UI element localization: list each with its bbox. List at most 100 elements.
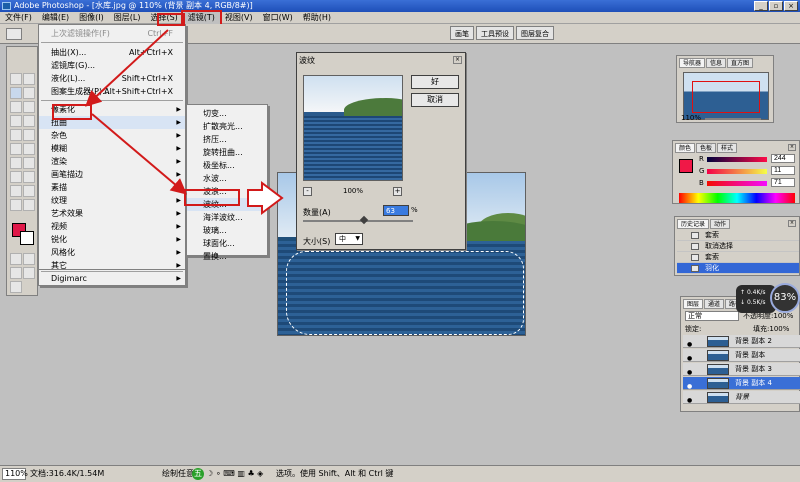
lasso-tool-preset-icon[interactable]	[6, 28, 22, 40]
menu-help[interactable]: 帮助(H)	[298, 12, 336, 24]
submenu-item-pinch[interactable]: 挤压...	[187, 133, 267, 146]
shape-tool-icon[interactable]	[23, 185, 35, 197]
g-value-input[interactable]	[771, 166, 795, 175]
history-item[interactable]: 套索	[677, 252, 799, 263]
filter-preview[interactable]	[303, 75, 403, 181]
minimize-button[interactable]: _	[754, 1, 768, 11]
blur-tool-icon[interactable]	[10, 157, 22, 169]
submenu-item-ocean-ripple[interactable]: 海洋波纹...	[187, 211, 267, 224]
submenu-item-polar-coordinates[interactable]: 极坐标...	[187, 159, 267, 172]
tab-histogram[interactable]: 直方图	[727, 58, 754, 68]
submenu-item-shear[interactable]: 切变...	[187, 107, 267, 120]
tab-history[interactable]: 历史记录	[677, 219, 710, 229]
submenu-item-displace[interactable]: 置换...	[187, 250, 267, 263]
menu-layer[interactable]: 图层(L)	[109, 12, 146, 24]
amount-input[interactable]	[383, 205, 409, 216]
maximize-button[interactable]: ▫	[769, 1, 783, 11]
zoom-in-button[interactable]: +	[393, 187, 402, 196]
full-screen-mode-icon[interactable]	[23, 267, 35, 279]
zoom-out-button[interactable]: -	[303, 187, 312, 196]
status-doc-size[interactable]: 文档:316.4K/1.54M	[30, 466, 104, 482]
path-selection-tool-icon[interactable]	[10, 171, 22, 183]
eye-icon[interactable]: ●	[687, 394, 692, 407]
menu-item-sketch[interactable]: 素描 ▶	[39, 181, 185, 194]
layer-row-selected[interactable]: ● 背景 副本 4	[683, 377, 800, 390]
amount-slider-track[interactable]	[303, 220, 413, 222]
tab-swatches[interactable]: 色板	[696, 143, 717, 153]
background-color-swatch[interactable]	[20, 231, 34, 245]
menu-item-sharpen[interactable]: 锐化 ▶	[39, 233, 185, 246]
navigator-zoom[interactable]: 110%	[681, 114, 701, 122]
menu-image[interactable]: 图像(I)	[74, 12, 109, 24]
dodge-tool-icon[interactable]	[23, 157, 35, 169]
submenu-item-glass[interactable]: 玻璃...	[187, 224, 267, 237]
slice-tool-icon[interactable]	[23, 101, 35, 113]
type-tool-icon[interactable]	[23, 171, 35, 183]
magic-wand-tool-icon[interactable]	[23, 87, 35, 99]
menu-edit[interactable]: 编辑(E)	[37, 12, 74, 24]
history-brush-tool-icon[interactable]	[23, 129, 35, 141]
r-slider[interactable]	[707, 157, 767, 162]
tab-navigator[interactable]: 导航器	[679, 58, 706, 68]
status-zoom-field[interactable]: 110%	[2, 468, 28, 480]
size-select[interactable]: 中 ▼	[335, 233, 363, 245]
tab-info[interactable]: 信息	[706, 58, 727, 68]
stamp-tool-icon[interactable]	[10, 129, 22, 141]
submenu-item-diffuse-glow[interactable]: 扩散亮光...	[187, 120, 267, 133]
r-value-input[interactable]	[771, 154, 795, 163]
menu-window[interactable]: 窗口(W)	[258, 12, 298, 24]
marquee-tool-icon[interactable]	[10, 73, 22, 85]
history-item[interactable]: 取消选择	[677, 241, 799, 252]
move-tool-icon[interactable]	[23, 73, 35, 85]
pen-tool-icon[interactable]	[10, 185, 22, 197]
close-icon[interactable]: ×	[453, 56, 462, 64]
menu-item-filter-gallery[interactable]: 滤镜库(G)...	[39, 59, 185, 72]
color-panel-foreground-swatch[interactable]	[679, 159, 693, 173]
layer-row[interactable]: ● 背景 副本 3	[683, 363, 800, 376]
healing-brush-tool-icon[interactable]	[10, 115, 22, 127]
menu-item-stylize[interactable]: 风格化 ▶	[39, 246, 185, 259]
gradient-tool-icon[interactable]	[23, 143, 35, 155]
jump-to-imageready-icon[interactable]	[10, 281, 22, 293]
menu-item-extract[interactable]: 抽出(X)... Alt+Ctrl+X	[39, 46, 185, 59]
menu-item-brush-strokes[interactable]: 画笔描边 ▶	[39, 168, 185, 181]
tab-color[interactable]: 颜色	[675, 143, 696, 153]
menu-view[interactable]: 视图(V)	[220, 12, 258, 24]
navigator-zoom-slider[interactable]	[705, 118, 761, 120]
ime-wubi-icon[interactable]: 五	[192, 468, 204, 480]
menu-item-pattern-maker[interactable]: 图案生成器(P)... Alt+Shift+Ctrl+X	[39, 85, 185, 98]
ok-button[interactable]: 好	[411, 75, 459, 89]
menu-item-artistic[interactable]: 艺术效果 ▶	[39, 207, 185, 220]
well-tab-layer-comps[interactable]: 图层复合	[516, 26, 554, 40]
submenu-item-zigzag[interactable]: 水波...	[187, 172, 267, 185]
cancel-button[interactable]: 取消	[411, 93, 459, 107]
menu-item-video[interactable]: 视频 ▶	[39, 220, 185, 233]
tab-layers[interactable]: 图层	[683, 299, 704, 309]
well-tab-tool-presets[interactable]: 工具预设	[476, 26, 514, 40]
history-item-selected[interactable]: 羽化	[677, 263, 799, 274]
navigator-view-box[interactable]	[692, 81, 760, 113]
tab-channels[interactable]: 通道	[704, 299, 725, 309]
ime-toolbar-icons[interactable]: ☽ ∘ ⌨ ▥ ♣ ◈	[206, 466, 263, 482]
layer-row[interactable]: ● 背景 副本 2	[683, 335, 800, 348]
layer-row[interactable]: ● 背景 副本	[683, 349, 800, 362]
brush-tool-icon[interactable]	[23, 115, 35, 127]
close-icon[interactable]: ×	[788, 220, 796, 227]
close-button[interactable]: ×	[784, 1, 798, 11]
submenu-item-spherize[interactable]: 球面化...	[187, 237, 267, 250]
close-icon[interactable]: ×	[788, 144, 796, 151]
color-spectrum[interactable]	[679, 193, 795, 203]
menu-file[interactable]: 文件(F)	[0, 12, 37, 24]
notes-tool-icon[interactable]	[10, 199, 22, 211]
screen-mode-icon[interactable]	[10, 267, 22, 279]
tab-styles[interactable]: 样式	[717, 143, 738, 153]
menu-item-noise[interactable]: 杂色 ▶	[39, 129, 185, 142]
menu-item-digimarc[interactable]: Digimarc ▶	[39, 272, 185, 285]
layer-row[interactable]: ● 背景	[683, 391, 800, 404]
eyedropper-tool-icon[interactable]	[23, 199, 35, 211]
blend-mode-select[interactable]: 正常	[685, 311, 739, 321]
menu-filter[interactable]: 滤镜(T)	[180, 9, 222, 26]
b-slider[interactable]	[707, 181, 767, 186]
well-tab-brushes[interactable]: 画笔	[450, 26, 474, 40]
menu-item-liquify[interactable]: 液化(L)... Shift+Ctrl+X	[39, 72, 185, 85]
